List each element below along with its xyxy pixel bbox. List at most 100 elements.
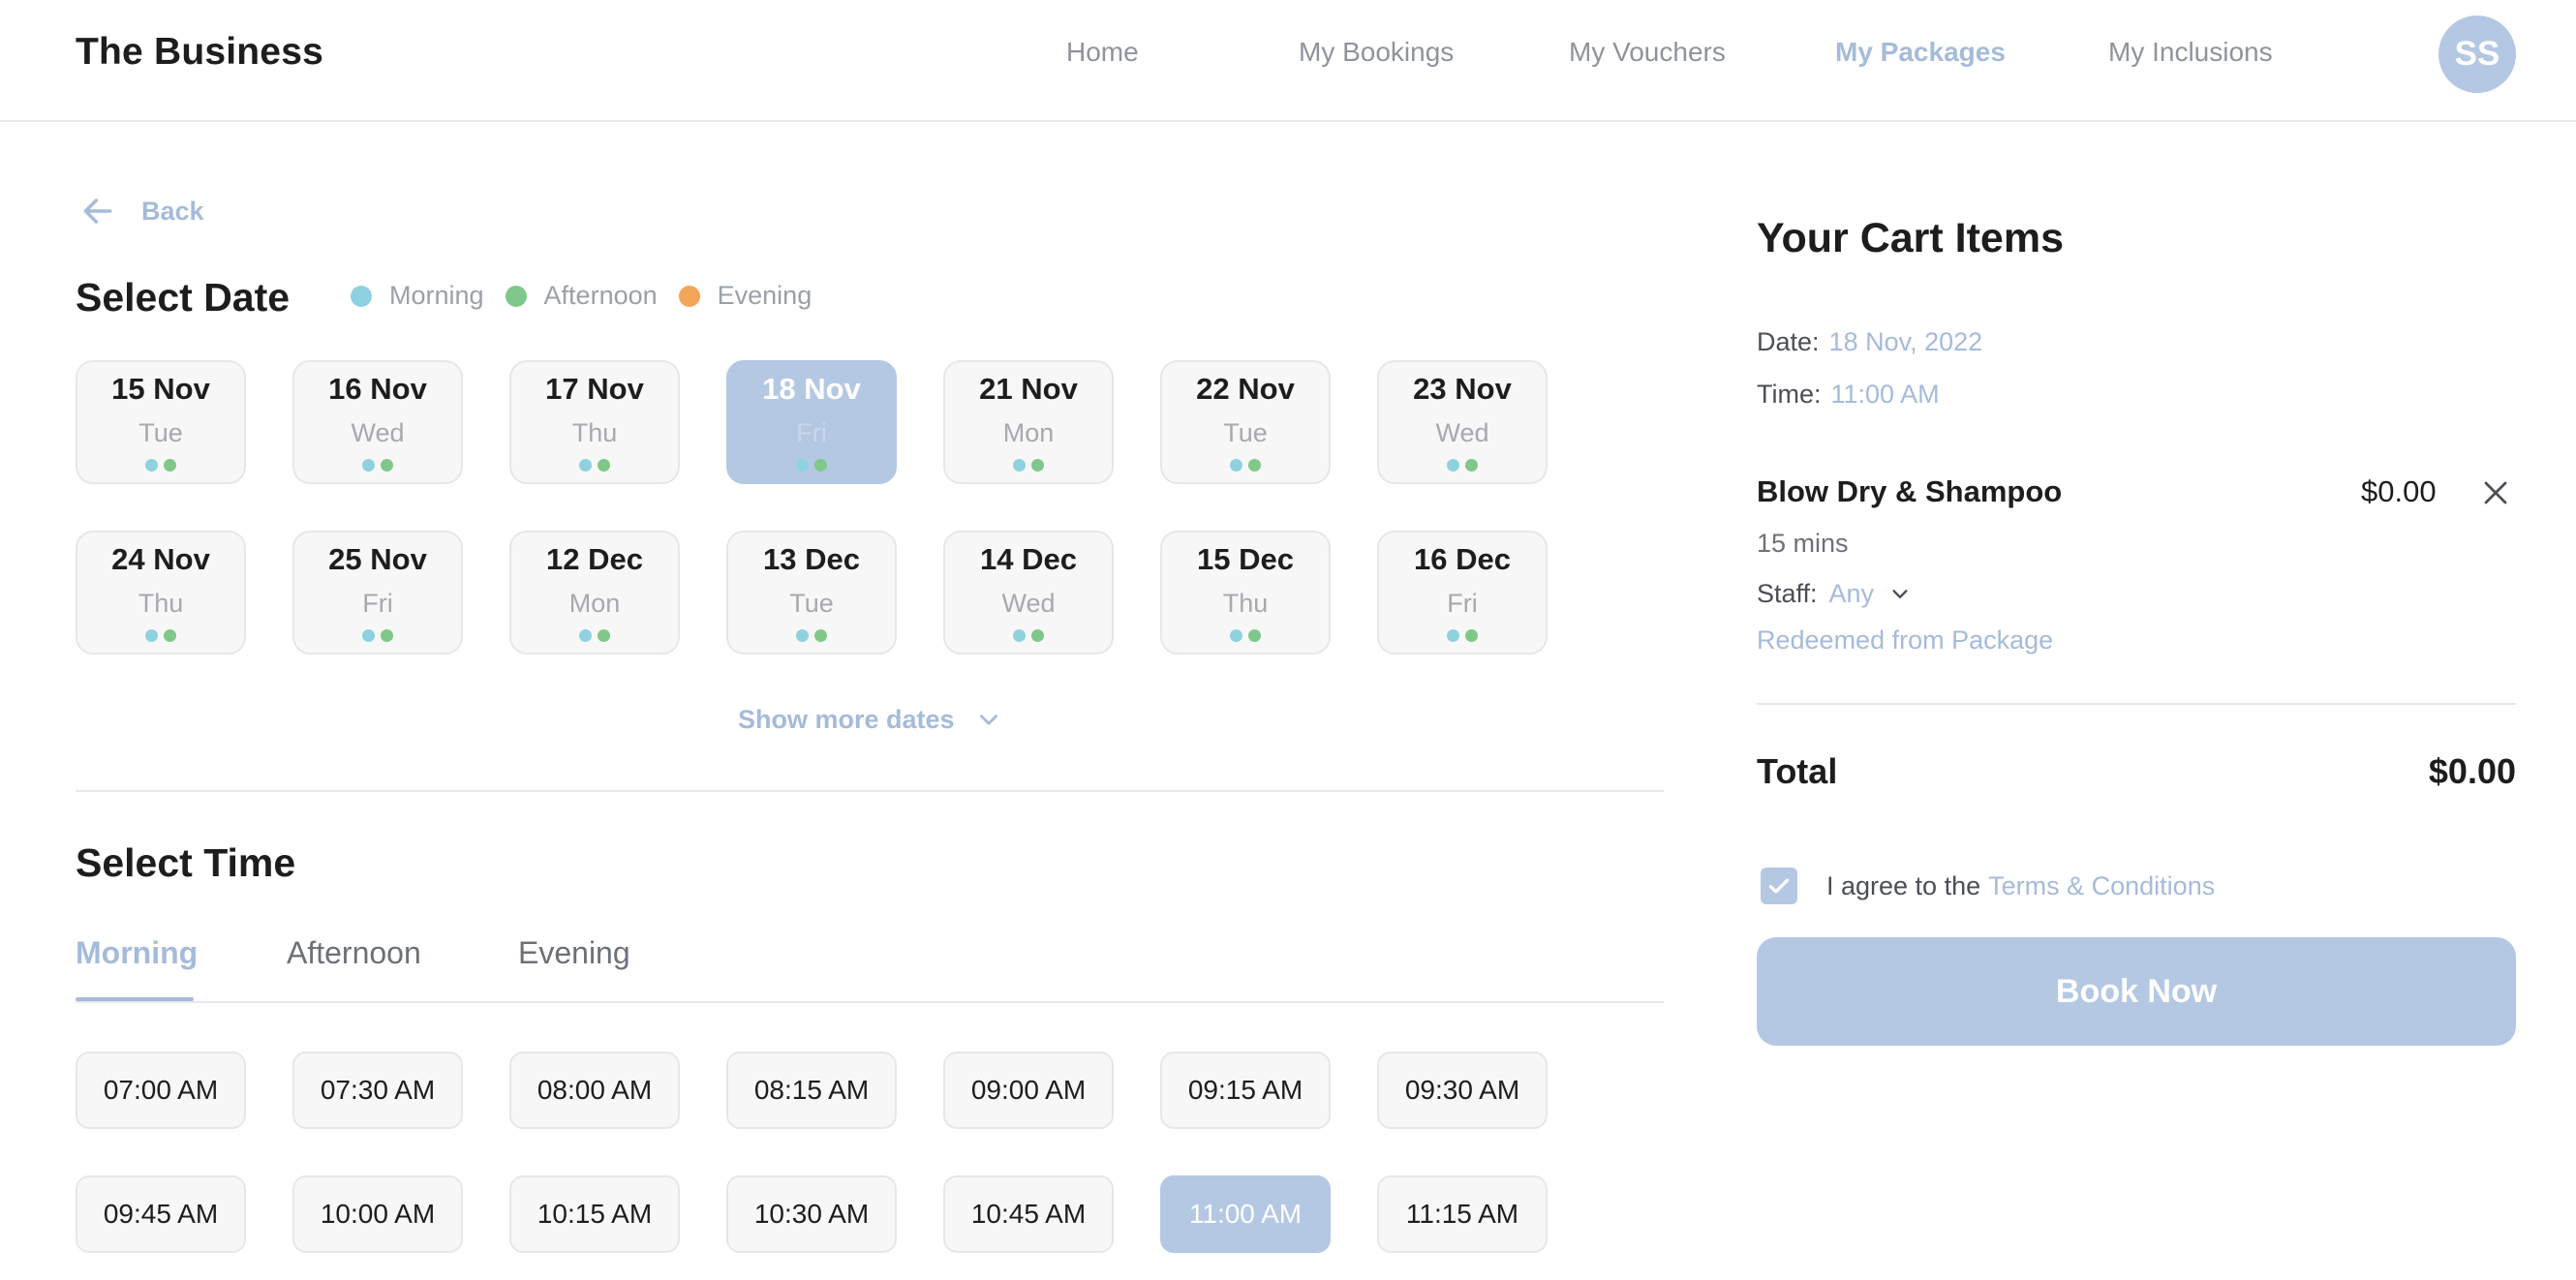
agree-checkbox[interactable] (1761, 868, 1797, 904)
time-slot[interactable]: 10:00 AM (292, 1175, 463, 1253)
cart-date-value: 18 Nov, 2022 (1828, 327, 1983, 356)
date-card-day: Thu (138, 589, 184, 618)
date-card-date: 24 Nov (111, 542, 210, 576)
date-card[interactable]: 22 Nov Tue (1160, 360, 1331, 484)
date-card[interactable]: 21 Nov Mon (943, 360, 1114, 484)
date-card[interactable]: 16 Nov Wed (292, 360, 463, 484)
morning-dot-icon (1013, 459, 1026, 472)
morning-dot-icon (145, 629, 158, 642)
time-slot[interactable]: 09:00 AM (943, 1051, 1114, 1129)
time-slot[interactable]: 09:30 AM (1377, 1051, 1548, 1129)
date-card-date: 16 Dec (1414, 542, 1511, 576)
date-card-date: 14 Dec (980, 542, 1077, 576)
staff-select[interactable]: Any (1829, 579, 1912, 609)
afternoon-dot-icon (1465, 629, 1478, 642)
cart-item-name: Blow Dry & Shampoo (1757, 474, 2063, 508)
time-slot-selected[interactable]: 11:00 AM (1160, 1175, 1331, 1253)
afternoon-dot-icon (1465, 459, 1478, 472)
show-more-dates-button[interactable]: Show more dates (738, 705, 1001, 735)
redeemed-note: Redeemed from Package (1757, 625, 2054, 655)
back-button[interactable]: Back (79, 190, 204, 232)
date-card[interactable]: 25 Nov Fri (292, 531, 463, 655)
legend-morning-label: Morning (389, 281, 484, 310)
time-slot[interactable]: 10:15 AM (509, 1175, 680, 1253)
afternoon-dot-icon (381, 459, 393, 472)
cart-time-row: Time: 11:00 AM (1757, 380, 1940, 410)
date-card[interactable]: 14 Dec Wed (943, 531, 1114, 655)
time-slot[interactable]: 09:15 AM (1160, 1051, 1331, 1129)
date-card[interactable]: 13 Dec Tue (726, 531, 897, 655)
time-slot[interactable]: 07:30 AM (292, 1051, 463, 1129)
time-slot[interactable]: 11:15 AM (1377, 1175, 1548, 1253)
date-card-day: Fri (1447, 589, 1478, 618)
back-label: Back (141, 196, 204, 226)
cart-title: Your Cart Items (1757, 215, 2064, 261)
availability-dots (77, 459, 244, 472)
date-card-date: 13 Dec (763, 542, 860, 576)
time-slot[interactable]: 10:30 AM (726, 1175, 897, 1253)
afternoon-dot-icon (814, 459, 827, 472)
morning-dot-icon (1230, 459, 1242, 472)
nav-my-inclusions[interactable]: My Inclusions (2108, 37, 2273, 68)
book-now-button[interactable]: Book Now (1757, 937, 2516, 1046)
availability-dots (728, 459, 895, 472)
date-card-day: Wed (351, 418, 405, 447)
morning-dot-icon (579, 629, 592, 642)
user-avatar[interactable]: SS (2438, 15, 2516, 93)
date-card[interactable]: 12 Dec Mon (509, 531, 680, 655)
show-more-dates-label: Show more dates (738, 705, 955, 734)
tab-afternoon[interactable]: Afternoon (287, 935, 421, 971)
date-card[interactable]: 16 Dec Fri (1377, 531, 1548, 655)
afternoon-dot-icon (1248, 459, 1261, 472)
nav-home[interactable]: Home (1066, 37, 1139, 68)
time-slot[interactable]: 09:45 AM (76, 1175, 246, 1253)
cart-time-label: Time: (1757, 380, 1822, 409)
date-card-day: Mon (568, 589, 621, 618)
date-card-day: Fri (796, 418, 827, 447)
morning-dot-icon (1230, 629, 1242, 642)
legend-afternoon-label: Afternoon (543, 281, 658, 310)
date-card[interactable]: 17 Nov Thu (509, 360, 680, 484)
nav-my-vouchers[interactable]: My Vouchers (1569, 37, 1726, 68)
availability-dots (1162, 629, 1329, 642)
morning-dot-icon (362, 459, 375, 472)
date-card[interactable]: 24 Nov Thu (76, 531, 246, 655)
date-card[interactable]: 23 Nov Wed (1377, 360, 1548, 484)
tab-evening[interactable]: Evening (518, 935, 630, 971)
date-card[interactable]: 15 Dec Thu (1160, 531, 1331, 655)
date-card-selected[interactable]: 18 Nov Fri (726, 360, 897, 484)
total-label: Total (1757, 751, 1838, 791)
time-slot[interactable]: 10:45 AM (943, 1175, 1114, 1253)
tab-morning[interactable]: Morning (76, 935, 198, 971)
main-nav: Home My Bookings My Vouchers My Packages… (0, 37, 2576, 76)
availability-dots (77, 629, 244, 642)
nav-my-packages[interactable]: My Packages (1835, 37, 2006, 68)
section-divider (76, 790, 1664, 792)
date-card[interactable]: 15 Nov Tue (76, 360, 246, 484)
date-card-day: Tue (138, 418, 183, 447)
date-card-date: 17 Nov (545, 372, 644, 406)
morning-dot-icon (362, 629, 375, 642)
nav-my-bookings[interactable]: My Bookings (1299, 37, 1454, 68)
afternoon-dot-icon (814, 629, 827, 642)
active-tab-indicator (76, 997, 194, 1001)
time-slot[interactable]: 07:00 AM (76, 1051, 246, 1129)
availability-dots (1162, 459, 1329, 472)
availability-dots (294, 629, 461, 642)
date-card-day: Wed (1001, 589, 1056, 618)
time-slot[interactable]: 08:00 AM (509, 1051, 680, 1129)
afternoon-dot-icon (598, 459, 610, 472)
date-card-day: Wed (1435, 418, 1489, 447)
total-value: $0.00 (2428, 751, 2516, 791)
date-card-day: Mon (1002, 418, 1055, 447)
afternoon-dot-icon (505, 285, 527, 307)
terms-link[interactable]: Terms & Conditions (1988, 871, 2215, 901)
availability-dots (945, 459, 1112, 472)
time-slot[interactable]: 08:15 AM (726, 1051, 897, 1129)
date-card-date: 21 Nov (979, 372, 1078, 406)
cart-date-row: Date: 18 Nov, 2022 (1757, 327, 1982, 357)
chevron-down-icon (979, 714, 997, 725)
cart-item-duration: 15 mins (1757, 529, 1849, 558)
close-icon[interactable] (2481, 478, 2510, 507)
morning-dot-icon (579, 459, 592, 472)
